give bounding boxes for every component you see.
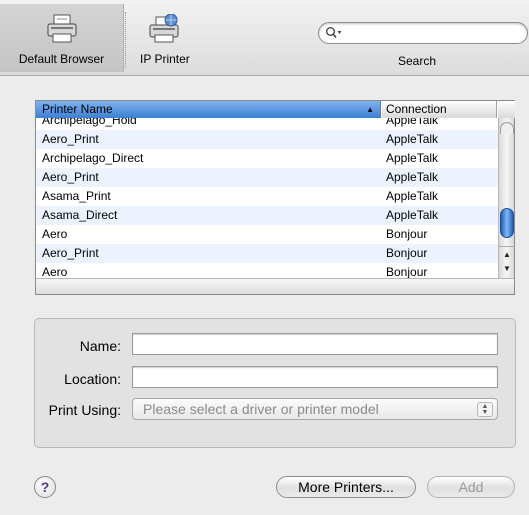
cell-connection: Bonjour <box>386 227 428 241</box>
cell-connection: AppleTalk <box>386 189 439 203</box>
printer-table: Printer Name ▲ Connection Archipelago_Ho… <box>35 100 515 295</box>
cell-connection: AppleTalk <box>386 208 439 222</box>
horizontal-scrollbar[interactable] <box>36 278 514 294</box>
cell-printer-name: Asama_Direct <box>42 208 118 222</box>
more-printers-button[interactable]: More Printers... <box>276 476 416 498</box>
toolbar: Default Browser IP Printer Search <box>0 0 529 76</box>
printer-icon <box>47 14 76 43</box>
table-row[interactable]: Archipelago_Direct AppleTalk <box>36 149 498 168</box>
table-row[interactable]: Aero_Print Bonjour <box>36 244 498 263</box>
cell-printer-name: Asama_Print <box>42 189 111 203</box>
location-field[interactable] <box>132 366 498 388</box>
ip-printer-label: IP Printer <box>140 52 190 66</box>
table-header-corner <box>498 101 515 118</box>
sort-ascending-icon: ▲ <box>366 105 374 114</box>
cell-connection: Bonjour <box>386 265 428 278</box>
cell-printer-name: Aero <box>42 265 68 278</box>
vertical-scrollbar[interactable]: ▲ ▼ <box>498 118 515 278</box>
ip-printer-tab[interactable]: IP Printer <box>128 4 200 72</box>
cell-printer-name: Archipelago_Hold <box>42 118 137 127</box>
print-using-value: Please select a driver or printer model <box>143 401 379 417</box>
cell-connection: Bonjour <box>386 246 428 260</box>
name-field[interactable] <box>132 333 498 355</box>
table-row[interactable]: Asama_Direct AppleTalk <box>36 206 498 225</box>
column-header-printer-name-label: Printer Name <box>42 102 113 116</box>
network-printer-icon <box>149 14 179 43</box>
cell-connection: AppleTalk <box>386 151 439 165</box>
column-header-connection[interactable]: Connection <box>382 101 497 118</box>
cell-printer-name: Aero_Print <box>42 170 99 184</box>
scrollbar-thumb[interactable] <box>500 208 514 238</box>
search-area: Search <box>318 22 528 70</box>
print-using-select[interactable]: Please select a driver or printer model … <box>132 398 498 420</box>
printer-details-group: Name: Location: Print Using: Please sele… <box>34 318 516 448</box>
cell-printer-name: Aero_Print <box>42 246 99 260</box>
toolbar-separator <box>125 12 126 68</box>
search-label: Search <box>398 54 437 68</box>
table-header: Printer Name ▲ Connection <box>36 101 498 118</box>
scroll-down-arrow-icon[interactable]: ▼ <box>499 261 515 276</box>
name-label: Name: <box>79 338 121 354</box>
location-label: Location: <box>64 371 121 387</box>
cell-connection: AppleTalk <box>386 132 439 146</box>
search-field[interactable] <box>318 22 528 44</box>
add-button[interactable]: Add <box>427 476 515 498</box>
updown-chevron-icon: ▲ ▼ <box>477 402 493 417</box>
default-browser-label: Default Browser <box>18 52 105 66</box>
search-icon <box>326 27 342 39</box>
cell-printer-name: Aero <box>42 227 68 241</box>
table-row[interactable]: Aero_Print AppleTalk <box>36 168 498 187</box>
column-header-connection-label: Connection <box>386 102 447 116</box>
table-row[interactable]: Aero Bonjour <box>36 225 498 244</box>
scroll-up-arrow-icon[interactable]: ▲ <box>499 246 515 261</box>
table-body: Archipelago_Hold AppleTalk Aero_Print Ap… <box>36 118 498 278</box>
cell-connection: AppleTalk <box>386 118 439 127</box>
table-row[interactable]: Asama_Print AppleTalk <box>36 187 498 206</box>
table-row[interactable]: Aero_Print AppleTalk <box>36 130 498 149</box>
table-row[interactable]: Archipelago_Hold AppleTalk <box>36 118 498 130</box>
cell-printer-name: Aero_Print <box>42 132 99 146</box>
column-header-printer-name[interactable]: Printer Name ▲ <box>36 101 381 118</box>
search-input[interactable] <box>345 25 515 41</box>
default-browser-tab[interactable]: Default Browser <box>0 4 124 72</box>
table-row[interactable]: Aero Bonjour <box>36 263 498 278</box>
scrollbar-track-cap <box>500 122 514 134</box>
print-using-label: Print Using: <box>48 402 121 418</box>
cell-printer-name: Archipelago_Direct <box>42 151 144 165</box>
help-button[interactable]: ? <box>34 476 56 498</box>
cell-connection: AppleTalk <box>386 170 439 184</box>
